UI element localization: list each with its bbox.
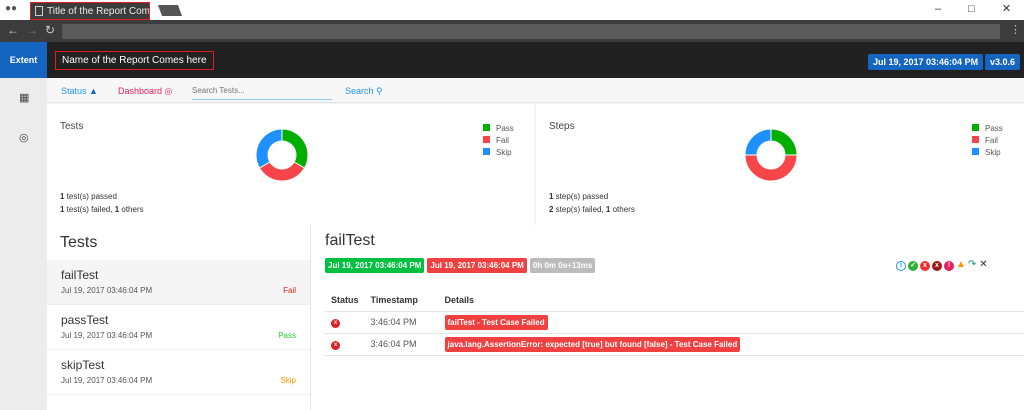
new-tab-button[interactable] [157,5,183,16]
step-time: 3:46:04 PM [364,311,439,334]
detail-badges: Jul 19, 2017 03:46:04 PM Jul 19, 2017 03… [325,258,596,273]
error-icon[interactable]: ! [944,261,954,271]
fatal-icon[interactable]: x [932,261,942,271]
search-label: Search [345,86,374,96]
legend-fail: Fail [972,135,1003,147]
card-title: Tests [60,121,84,132]
donut-slice-skip [744,128,772,156]
start-time-badge: Jul 19, 2017 03:46:04 PM [325,258,425,273]
search-input[interactable] [192,82,332,100]
donut-slice-fail [744,154,798,182]
legend-pass: Pass [483,123,514,135]
legend-pass: Pass [972,123,1003,135]
step-details: java.lang.AssertionError: expected [true… [444,336,741,352]
fail-icon: x [331,319,340,328]
browser-tab-bar: ●● [0,0,1024,20]
reload-icon[interactable]: ↻ [45,23,55,37]
legend: Pass Fail Skip [483,123,514,159]
report-name: Name of the Report Comes here [55,51,214,70]
nav-bar: Status ▲ Dashboard ◎ Search ⚲ [47,78,1024,103]
steps-card: Steps Pass Fail Skip 1 step(s) passed 2 … [536,104,1024,225]
tab-title: Title of the Report Comes here [47,6,150,17]
forward-icon[interactable]: → [26,23,38,37]
window-controls[interactable]: – □ ✕ [935,2,1011,15]
target-icon: ◎ [164,86,173,96]
skip-icon[interactable]: ↷ [968,259,976,270]
test-list-item[interactable]: skipTest Jul 19, 2017 03:46:04 PM Skip [47,350,310,395]
step-time: 3:46:04 PM [364,333,439,356]
fail-icon: x [331,341,340,350]
legend-skip: Skip [972,147,1003,159]
test-status: Skip [280,376,296,385]
detail-title: failTest [325,232,375,249]
warning-icon: ▲ [89,86,98,96]
search-button[interactable]: Search ⚲ [345,86,383,97]
end-time-badge: Jul 19, 2017 03:46:04 PM [427,258,527,273]
menu-icon[interactable]: ⋮ [1010,23,1021,36]
steps-table: Status Timestamp Details x 3:46:04 PM failTe… [325,289,1024,356]
table-row: x 3:46:04 PM failTest - Test Case Failed [325,311,1024,334]
url-input[interactable] [62,24,1000,39]
test-name: passTest [61,313,109,327]
brand-logo: Extent [0,42,47,78]
report-date-badge: Jul 19, 2017 03:46:04 PM [868,54,984,70]
list-title: Tests [60,234,98,251]
legend: Pass Fail Skip [972,123,1003,159]
info-icon[interactable]: i [896,261,906,271]
step-details: failTest - Test Case Failed [444,314,548,330]
tests-summary: 1 test(s) passed 1 test(s) failed, 1 oth… [60,192,144,214]
browser-tab[interactable]: Title of the Report Comes here [30,2,150,20]
test-list-item[interactable]: failTest Jul 19, 2017 03:46:04 PM Fail [47,260,310,305]
dashboard-label: Dashboard [118,86,163,96]
legend-skip: Skip [483,147,514,159]
test-name: skipTest [61,358,105,372]
test-time: Jul 19, 2017 03:46:04 PM [61,376,153,385]
donut-slice-fail [258,161,306,182]
grid-view-icon[interactable]: ▦ [19,91,29,104]
donut-slice-skip [255,128,283,169]
steps-summary: 1 step(s) passed 2 step(s) failed, 1 oth… [549,192,635,214]
clear-filter-icon[interactable]: ✕ [979,259,987,270]
search-icon: ⚲ [376,86,383,96]
test-status: Fail [283,286,296,295]
sidebar: ▦ ◎ [0,78,47,410]
table-header: Status Timestamp Details [325,289,1024,312]
legend-fail: Fail [483,135,514,147]
fail-icon[interactable]: x [920,261,930,271]
test-status: Pass [278,331,296,340]
back-icon[interactable]: ← [7,23,19,37]
tests-donut-chart [255,128,309,182]
test-time: Jul 19, 2017 03:46:04 PM [61,286,153,295]
test-list-item[interactable]: passTest Jul 19, 2017 03:46:04 PM Pass [47,305,310,350]
warning-icon[interactable]: ▲ [956,259,966,270]
nav-status[interactable]: Status ▲ [61,86,98,96]
status-filters: i ✓ x x! ▲ ↷ ✕ [894,258,988,271]
test-time: Jul 19, 2017 03:46:04 PM [61,331,153,340]
steps-donut-chart [744,128,798,182]
incognito-icon: ●● [5,3,18,14]
nav-dashboard[interactable]: Dashboard ◎ [118,86,172,97]
dashboard-icon[interactable]: ◎ [19,131,29,144]
status-label: Status [61,86,87,96]
table-row: x 3:46:04 PM java.lang.AssertionError: exp… [325,333,1024,356]
duration-badge: 0h 0m 0s+13ms [529,258,596,273]
page-icon [35,6,43,16]
version-badge: v3.0.6 [985,54,1021,70]
test-detail: failTest Jul 19, 2017 03:46:04 PM Jul 19… [310,225,1024,410]
donut-slice-pass [770,128,798,156]
pass-icon[interactable]: ✓ [908,261,918,271]
tests-card: Tests Pass Fail Skip 1 test(s) passed 1 … [47,104,534,225]
test-name: failTest [61,268,99,282]
test-list: Tests failTest Jul 19, 2017 03:46:04 PM Fa… [47,225,310,410]
card-title: Steps [549,121,575,132]
